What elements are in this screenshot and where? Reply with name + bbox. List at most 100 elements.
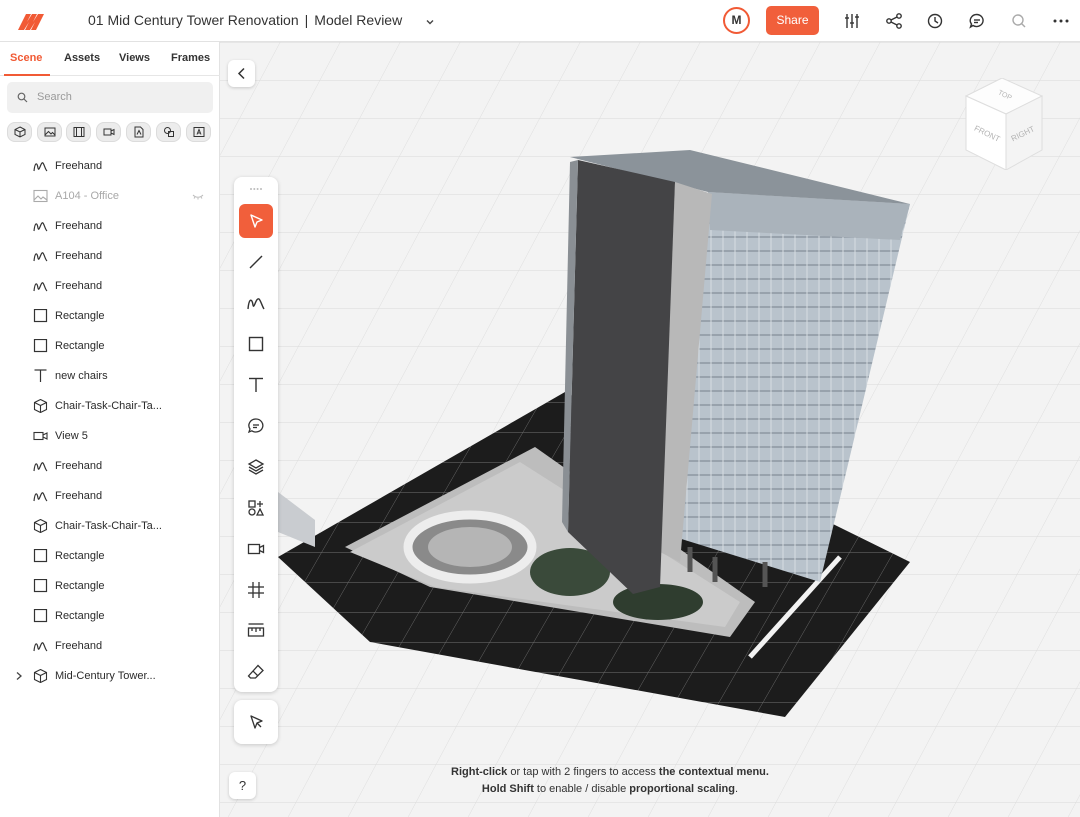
list-item[interactable]: Freehand xyxy=(0,271,219,301)
drag-handle-icon[interactable] xyxy=(249,187,263,191)
grid-tool-button[interactable] xyxy=(239,573,273,607)
share-nodes-icon[interactable] xyxy=(884,11,904,31)
measure-icon xyxy=(247,623,265,637)
more-icon[interactable] xyxy=(1051,11,1071,31)
freehand-icon xyxy=(247,298,265,310)
list-item[interactable]: Freehand xyxy=(0,211,219,241)
list-item-label: Chair-Task-Chair-Ta... xyxy=(55,400,162,412)
list-item[interactable]: Rectangle xyxy=(0,601,219,631)
comment-tool-button[interactable] xyxy=(239,409,273,443)
list-item-label: Rectangle xyxy=(55,310,105,322)
search-icon xyxy=(17,92,28,103)
list-item-label: View 5 xyxy=(55,430,88,442)
list-item-label: Chair-Task-Chair-Ta... xyxy=(55,520,162,532)
list-item[interactable]: A104 - Office xyxy=(0,181,219,211)
camera-icon xyxy=(33,431,48,441)
shapes-filter-icon[interactable] xyxy=(156,122,181,142)
rectangle-icon xyxy=(33,309,48,323)
freehand-icon xyxy=(33,252,48,262)
list-item-label: Freehand xyxy=(55,280,103,292)
list-item[interactable]: Chair-Task-Chair-Ta... xyxy=(0,511,219,541)
image-icon xyxy=(33,189,48,203)
list-item[interactable]: Freehand xyxy=(0,241,219,271)
search-input[interactable]: Search xyxy=(7,82,213,113)
view-cube[interactable]: TOP FRONT RIGHT xyxy=(962,78,1046,170)
hint-emphasis: proportional scaling xyxy=(629,783,735,795)
list-item[interactable]: Mid-Century Tower... xyxy=(0,661,219,691)
layers-tool-button[interactable] xyxy=(239,450,273,484)
select-tool-button[interactable] xyxy=(239,204,273,238)
text-tool-button[interactable] xyxy=(239,368,273,402)
list-item[interactable]: Rectangle xyxy=(0,331,219,361)
sidebar-tabs: Scene Assets Views Frames xyxy=(0,42,220,76)
avatar[interactable]: M xyxy=(723,7,750,34)
pointer-select-icon xyxy=(250,715,263,729)
hidden-eye-icon[interactable] xyxy=(192,191,204,201)
film-filter-icon[interactable] xyxy=(66,122,91,142)
list-item[interactable]: Freehand xyxy=(0,151,219,181)
list-item-label: A104 - Office xyxy=(55,190,119,202)
chevron-left-icon xyxy=(237,67,245,80)
text-filter-icon[interactable] xyxy=(186,122,211,142)
model-filter-icon[interactable] xyxy=(7,122,32,142)
list-item[interactable]: Rectangle xyxy=(0,541,219,571)
freehand-icon xyxy=(33,462,48,472)
document-filter-icon[interactable] xyxy=(126,122,151,142)
chevron-down-icon[interactable] xyxy=(424,15,436,27)
hint-text: or tap with 2 fingers to access xyxy=(507,766,659,778)
top-bar: 01 Mid Century Tower Renovation | Model Re… xyxy=(0,0,1080,42)
list-item[interactable]: View 5 xyxy=(0,421,219,451)
hint-emphasis: Right-click xyxy=(451,766,508,778)
interaction-hint: Right-click or tap with 2 fingers to acc… xyxy=(320,764,900,798)
tab-frames[interactable]: Frames xyxy=(171,52,210,64)
list-item[interactable]: Freehand xyxy=(0,451,219,481)
freehand-icon xyxy=(33,222,48,232)
camera-tool-button[interactable] xyxy=(239,532,273,566)
shapes-tool-button[interactable] xyxy=(239,491,273,525)
model-icon xyxy=(33,399,48,413)
list-item[interactable]: Rectangle xyxy=(0,571,219,601)
sliders-icon[interactable] xyxy=(842,11,862,31)
search-icon[interactable] xyxy=(1009,11,1029,31)
hint-text: to enable / disable xyxy=(533,783,630,795)
rectangle-tool-button[interactable] xyxy=(239,327,273,361)
freehand-tool-button[interactable] xyxy=(239,286,273,320)
list-item-label: Mid-Century Tower... xyxy=(55,670,156,682)
freehand-icon xyxy=(33,282,48,292)
collapse-sidebar-button[interactable] xyxy=(228,60,255,87)
app-logo-icon[interactable] xyxy=(14,8,50,34)
shapes-icon xyxy=(248,500,265,516)
list-item[interactable]: Freehand xyxy=(0,631,219,661)
help-button[interactable]: ? xyxy=(229,772,256,799)
building-model-render[interactable] xyxy=(220,42,1080,817)
tab-views[interactable]: Views xyxy=(119,52,150,64)
pointer-select-button[interactable] xyxy=(234,700,278,744)
list-item[interactable]: Chair-Task-Chair-Ta... xyxy=(0,391,219,421)
tab-scene[interactable]: Scene xyxy=(10,52,42,64)
eraser-tool-button[interactable] xyxy=(239,655,273,689)
chevron-right-icon[interactable] xyxy=(14,671,24,681)
tab-assets[interactable]: Assets xyxy=(64,52,100,64)
camera-icon xyxy=(247,543,265,555)
list-item[interactable]: Rectangle xyxy=(0,301,219,331)
measure-tool-button[interactable] xyxy=(239,614,273,648)
image-filter-icon[interactable] xyxy=(37,122,62,142)
list-item[interactable]: Freehand xyxy=(0,481,219,511)
document-title[interactable]: 01 Mid Century Tower Renovation | Model Re… xyxy=(88,12,402,28)
text-icon xyxy=(249,377,263,392)
list-item-label: Freehand xyxy=(55,460,103,472)
history-icon[interactable] xyxy=(925,11,945,31)
freehand-icon xyxy=(33,162,48,172)
list-item-label: Freehand xyxy=(55,220,103,232)
view-title: Model Review xyxy=(314,12,403,28)
hint-line-1: Right-click or tap with 2 fingers to acc… xyxy=(320,764,900,781)
list-item-label: Freehand xyxy=(55,490,103,502)
hint-line-2: Hold Shift to enable / disable proportio… xyxy=(320,781,900,798)
rectangle-icon xyxy=(248,336,264,352)
line-tool-button[interactable] xyxy=(239,245,273,279)
camera-filter-icon[interactable] xyxy=(96,122,121,142)
model-viewport[interactable]: ? TOP FRONT RIGHT Right-click or tap wit… xyxy=(220,42,1080,817)
share-button[interactable]: Share xyxy=(766,6,819,35)
list-item[interactable]: new chairs xyxy=(0,361,219,391)
comments-icon[interactable] xyxy=(967,11,987,31)
